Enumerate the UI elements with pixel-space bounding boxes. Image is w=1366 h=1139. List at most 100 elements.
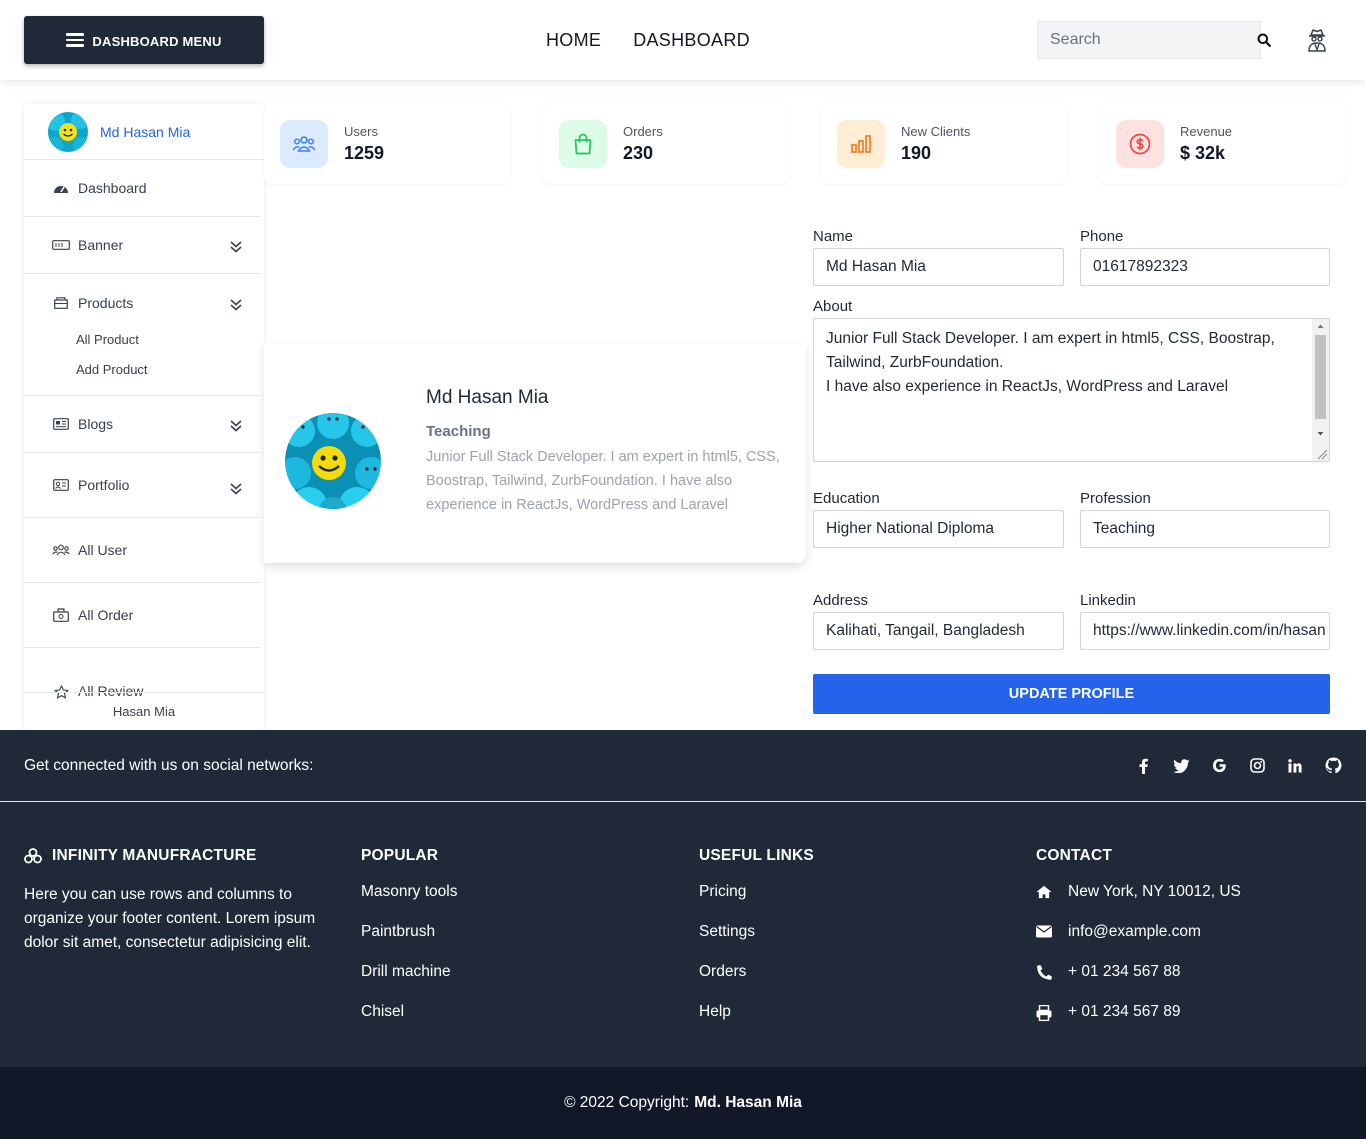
stat-label: New Clients — [901, 124, 971, 139]
contact-text: New York, NY 10012, US — [1068, 883, 1241, 900]
contact-text: + 01 234 567 88 — [1068, 963, 1181, 980]
search-icon — [1257, 33, 1271, 47]
stat-card-users: Users 1259 — [264, 104, 510, 184]
hamburger-icon — [66, 33, 85, 47]
footer-link[interactable]: Chisel — [361, 1003, 457, 1043]
scroll-up-icon — [1317, 324, 1324, 328]
sidebar-subitem-add-product[interactable]: Add Product — [24, 355, 260, 396]
search-button[interactable] — [1257, 22, 1271, 58]
sidebar: Md Hasan Mia Dashboard Banner Products A… — [24, 104, 264, 730]
footer-brand-text: Here you can use rows and columns to org… — [24, 886, 316, 951]
instagram-icon[interactable] — [1248, 757, 1266, 775]
footer-useful-column: USEFUL LINKS Pricing Settings Orders Hel… — [699, 847, 814, 1043]
social-icons — [1134, 757, 1342, 775]
phone-icon — [1036, 963, 1052, 1003]
sidebar-item-all-order[interactable]: All Order — [24, 583, 260, 648]
github-icon[interactable] — [1324, 757, 1342, 775]
top-navbar: DASHBOARD MENU HOME DASHBOARD — [0, 0, 1366, 80]
footer-brand-name: INFINITY MANUFRACTURE — [52, 847, 257, 864]
footer-popular-heading: POPULAR — [361, 847, 439, 864]
sidebar-profile[interactable]: Md Hasan Mia — [24, 104, 264, 160]
footer-link[interactable]: Help — [699, 1003, 814, 1043]
profession-field[interactable]: Teaching — [1080, 510, 1330, 548]
dashboard-menu-button[interactable]: DASHBOARD MENU — [24, 16, 264, 64]
google-icon[interactable] — [1210, 757, 1228, 775]
footer-brand-column: INFINITY MANUFRACTURE Here you can use r… — [24, 847, 334, 955]
linkedin-icon[interactable] — [1286, 757, 1304, 775]
education-field[interactable]: Higher National Diploma — [813, 510, 1064, 548]
printer-icon — [1036, 1003, 1052, 1043]
about-textarea[interactable]: Junior Full Stack Developer. I am expert… — [813, 318, 1330, 462]
contact-row: New York, NY 10012, US — [1036, 883, 1241, 923]
search-input[interactable] — [1038, 22, 1257, 58]
chevron-double-down-icon — [230, 241, 242, 253]
footer-brand-heading: INFINITY MANUFRACTURE — [24, 847, 334, 865]
search-box — [1037, 21, 1271, 59]
name-field[interactable]: Md Hasan Mia — [813, 248, 1064, 286]
sidebar-footer-name: Hasan Mia — [24, 692, 264, 730]
address-field[interactable]: Kalihati, Tangail, Bangladesh — [813, 612, 1064, 650]
sidebar-item-banner[interactable]: Banner — [24, 217, 260, 274]
id-card-icon — [52, 478, 70, 492]
footer-link[interactable]: Orders — [699, 963, 814, 1003]
linkedin-field[interactable]: https://www.linkedin.com/in/hasan — [1080, 612, 1330, 650]
footer-link[interactable]: Paintbrush — [361, 923, 457, 963]
sidebar-item-label: Banner — [78, 237, 124, 253]
profile-profession: Teaching — [426, 423, 491, 440]
footer-link[interactable]: Drill machine — [361, 963, 457, 1003]
chart-icon — [837, 120, 885, 168]
sidebar-item-products[interactable]: Products — [24, 274, 260, 331]
main-nav: HOME DASHBOARD — [546, 30, 750, 51]
sidebar-item-label: Dashboard — [78, 180, 147, 196]
facebook-icon[interactable] — [1134, 757, 1152, 775]
gauge-icon — [52, 181, 70, 195]
chevron-double-down-icon — [230, 483, 242, 495]
profession-label: Profession — [1080, 490, 1151, 507]
copyright-author[interactable]: Md. Hasan Mia — [694, 1094, 802, 1112]
education-label: Education — [813, 490, 880, 507]
bag-icon — [559, 120, 607, 168]
address-label: Address — [813, 592, 869, 609]
footer-link[interactable]: Settings — [699, 923, 814, 963]
about-label: About — [813, 298, 853, 315]
sidebar-item-label: Blogs — [78, 416, 114, 432]
footer-link[interactable]: Pricing — [699, 883, 814, 923]
contact-row: + 01 234 567 89 — [1036, 1003, 1241, 1043]
stat-value: $ 32k — [1180, 143, 1226, 163]
sidebar-item-portfolio[interactable]: Portfolio — [24, 453, 260, 518]
avatar — [48, 111, 88, 152]
chevron-double-down-icon — [230, 298, 242, 311]
sidebar-item-dashboard[interactable]: Dashboard — [24, 160, 260, 217]
dollar-icon — [1116, 120, 1164, 168]
resize-handle-icon[interactable] — [1312, 444, 1329, 461]
stat-card-revenue: Revenue $ 32k — [1100, 104, 1346, 184]
users-icon — [52, 543, 70, 557]
users-icon — [280, 120, 328, 168]
nav-dashboard-link[interactable]: DASHBOARD — [633, 30, 750, 51]
nav-home-link[interactable]: HOME — [546, 30, 601, 51]
phone-field[interactable]: 01617892323 — [1080, 248, 1330, 286]
sidebar-item-label: Products — [78, 294, 134, 311]
user-secret-icon[interactable] — [1306, 28, 1328, 52]
dashboard-menu-label: DASHBOARD MENU — [92, 33, 222, 49]
about-line: I have also experience in ReactJs, WordP… — [826, 378, 1229, 395]
textarea-scrollbar[interactable] — [1312, 319, 1329, 461]
footer-link[interactable]: Masonry tools — [361, 883, 457, 923]
sidebar-item-blogs[interactable]: Blogs — [24, 396, 260, 453]
update-profile-button[interactable]: UPDATE PROFILE — [813, 674, 1330, 714]
sidebar-item-all-user[interactable]: All User — [24, 518, 260, 583]
scrollbar-thumb[interactable] — [1315, 335, 1326, 419]
footer: Get connected with us on social networks… — [0, 730, 1366, 1067]
copyright-text: © 2022 Copyright: — [564, 1094, 690, 1111]
footer-contact-heading: CONTACT — [1036, 847, 1113, 864]
profile-card: Md Hasan Mia Teaching Junior Full Stack … — [264, 343, 806, 563]
contact-text: + 01 234 567 89 — [1068, 1003, 1181, 1020]
profile-avatar — [285, 413, 381, 509]
gem-icon — [24, 848, 42, 864]
social-text: Get connected with us on social networks… — [24, 756, 314, 774]
stat-value: 230 — [623, 143, 654, 163]
twitter-icon[interactable] — [1172, 757, 1190, 775]
phone-label: Phone — [1080, 228, 1124, 245]
newspaper-icon — [52, 417, 70, 431]
about-line: Junior Full Stack Developer. I am expert… — [826, 330, 1275, 371]
